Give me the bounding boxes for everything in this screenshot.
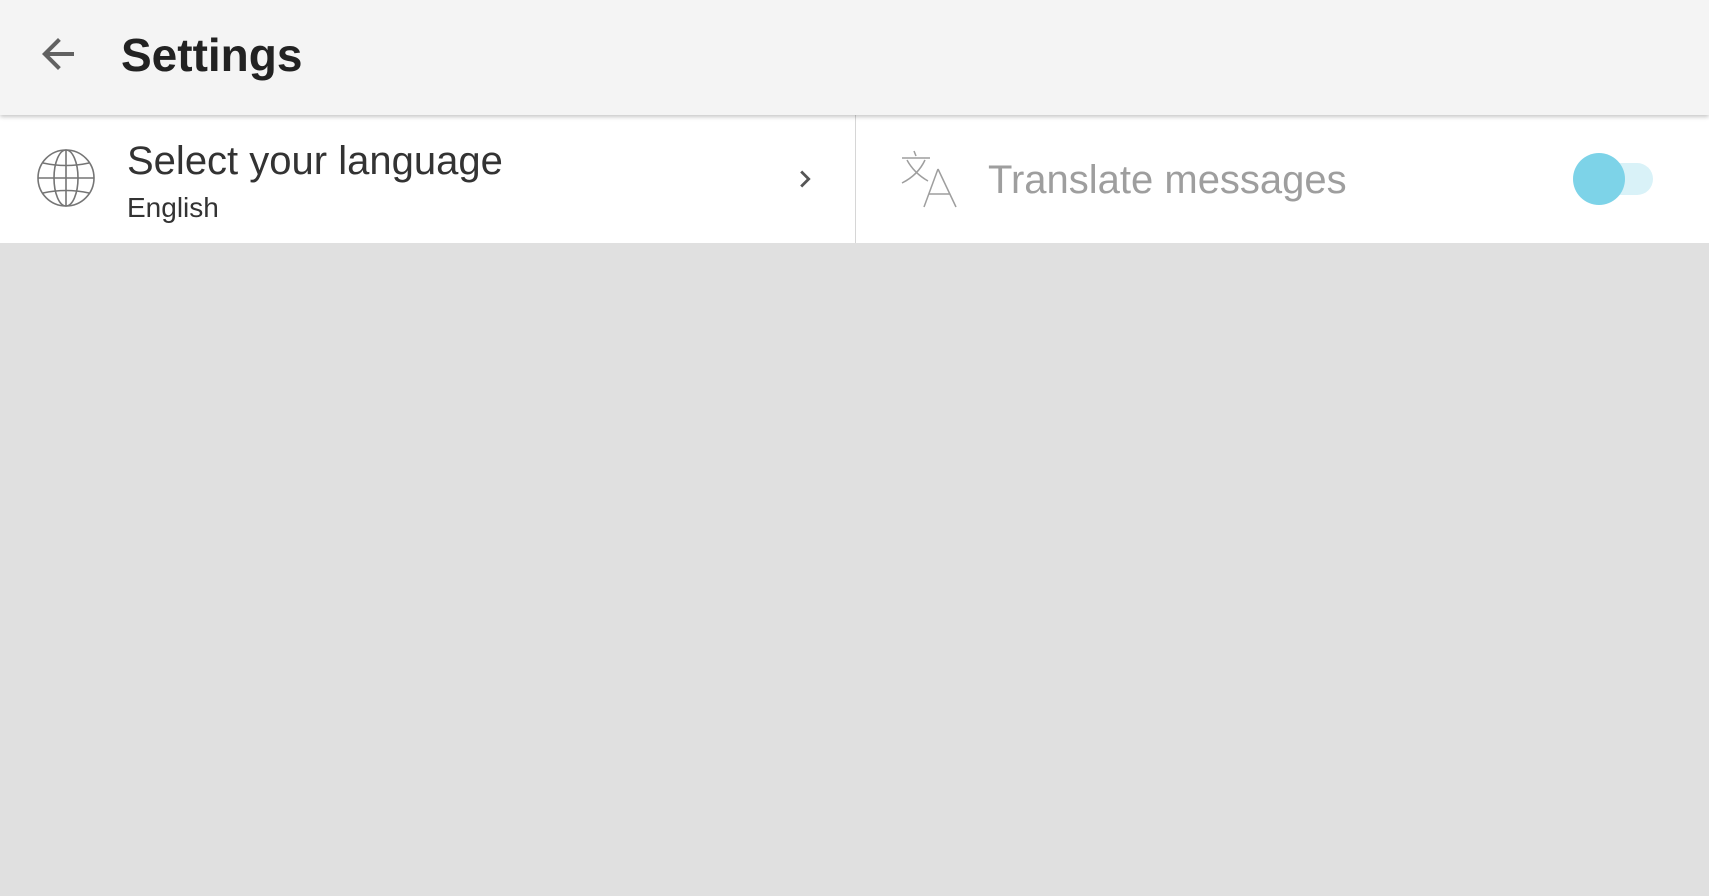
back-button[interactable] [22, 18, 94, 90]
translate-messages-label: Translate messages [988, 158, 1347, 202]
translate-messages-toggle[interactable] [1573, 151, 1657, 207]
chevron-right-icon [800, 170, 811, 188]
globe-icon [37, 149, 95, 207]
toolbar: Settings [0, 0, 1709, 115]
arrow-back-icon [42, 38, 74, 70]
select-language-item[interactable]: Select your language English [0, 115, 855, 243]
language-item-title: Select your language [127, 139, 503, 183]
toggle-thumb [1573, 153, 1625, 205]
settings-screen: Settings Select your language English Tr… [0, 0, 1709, 896]
settings-row: Select your language English Translate m… [0, 115, 1709, 243]
language-item-value: English [127, 192, 219, 223]
translate-icon [901, 150, 957, 208]
page-title: Settings [121, 29, 303, 81]
translate-messages-item: Translate messages [856, 115, 1709, 243]
